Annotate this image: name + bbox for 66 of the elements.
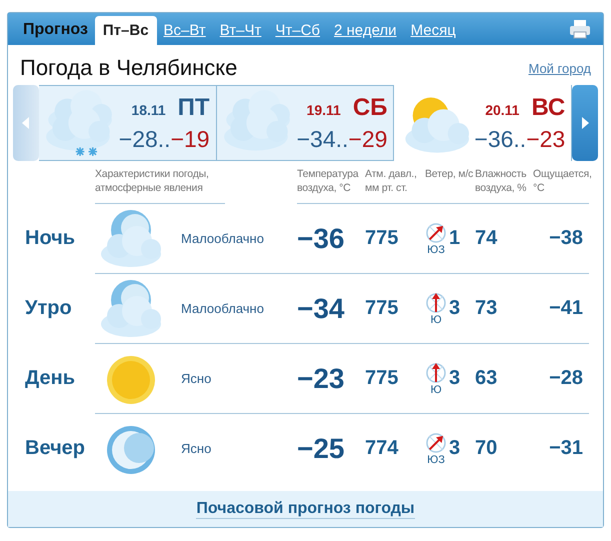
humidity-value: 70 — [475, 437, 498, 460]
period-label: День — [25, 367, 75, 390]
weather-description: Ясно — [181, 441, 212, 456]
column-header: Влажность воздуха, % — [475, 168, 526, 194]
max-temperature: −29 — [348, 126, 388, 152]
column-header: Температура воздуха, °C — [297, 168, 358, 194]
my-city-link[interactable]: Мой город — [528, 60, 591, 76]
printer-icon[interactable] — [569, 19, 591, 39]
column-header: Ветер, м/с — [425, 168, 474, 180]
period-tab[interactable]: Пт–Вс — [94, 16, 157, 45]
period-tab[interactable]: Чт–Сб — [268, 16, 328, 45]
period-tab[interactable]: Месяц — [404, 16, 463, 45]
left-arrow-icon — [22, 117, 30, 129]
day-date: 19.11 — [306, 102, 341, 118]
min-temperature: −28.. — [118, 126, 171, 152]
day-date: 18.11 — [131, 102, 166, 118]
period-label: Ночь — [25, 227, 76, 250]
right-arrow-icon — [581, 117, 590, 129]
humidity-value: 73 — [475, 297, 498, 320]
temperature-value: −36 — [297, 222, 344, 254]
column-header: Ощущается, °C — [533, 168, 592, 194]
day-card[interactable]: 18.11 ПТ −28..−19 — [38, 85, 217, 161]
feels-like-value: −28 — [549, 367, 583, 390]
wind-direction: ЮЗ — [427, 244, 445, 256]
wind-speed: 1 — [449, 227, 460, 250]
max-temperature: −19 — [170, 126, 210, 152]
page-title: Погода в Челябинске — [20, 55, 238, 81]
weather-description: Ясно — [181, 371, 212, 386]
next-button[interactable] — [572, 85, 598, 161]
weekday: СБ — [352, 94, 388, 122]
feels-like-value: −31 — [549, 437, 583, 460]
weekday: ПТ — [178, 94, 210, 122]
min-temperature: −34.. — [296, 126, 348, 152]
pressure-value: 774 — [365, 437, 398, 460]
feels-like-value: −41 — [549, 297, 583, 320]
pressure-value: 775 — [365, 367, 398, 390]
wind-speed: 3 — [449, 367, 460, 390]
day-card[interactable]: 19.11 СБ −34..−29 — [216, 85, 394, 161]
feels-like-value: −38 — [549, 227, 583, 250]
day-date: 20.11 — [485, 102, 520, 118]
wind-direction: Ю — [430, 384, 442, 396]
weather-description: Малооблачно — [181, 301, 264, 316]
pressure-value: 775 — [365, 297, 398, 320]
column-header: Атм. давл., мм рт. ст. — [365, 168, 417, 194]
period-label: Вечер — [25, 437, 86, 460]
min-temperature: −36.. — [474, 126, 526, 152]
temperature-value: −23 — [297, 362, 344, 394]
period-tab[interactable]: 2 недели — [327, 16, 404, 45]
period-tab[interactable]: Вс–Вт — [156, 16, 213, 45]
hourly-forecast-link[interactable]: Почасовой прогноз погоды — [196, 500, 415, 518]
temperature-value: −25 — [297, 432, 344, 464]
pressure-value: 775 — [365, 227, 398, 250]
weekday: ВС — [531, 94, 566, 122]
weather-description: Малооблачно — [181, 231, 264, 246]
wind-direction: Ю — [430, 314, 442, 326]
humidity-value: 74 — [475, 227, 498, 250]
wind-direction: ЮЗ — [427, 454, 445, 466]
temperature-value: −34 — [297, 292, 344, 324]
humidity-value: 63 — [475, 367, 498, 390]
wind-speed: 3 — [449, 297, 460, 320]
forecast-label[interactable]: Прогноз — [16, 15, 95, 45]
max-temperature: −23 — [526, 126, 566, 152]
column-header: Характеристики погоды, атмосферные явления — [95, 168, 209, 194]
period-label: Утро — [25, 297, 72, 320]
wind-speed: 3 — [449, 437, 460, 460]
period-tab[interactable]: Вт–Чт — [212, 16, 268, 45]
